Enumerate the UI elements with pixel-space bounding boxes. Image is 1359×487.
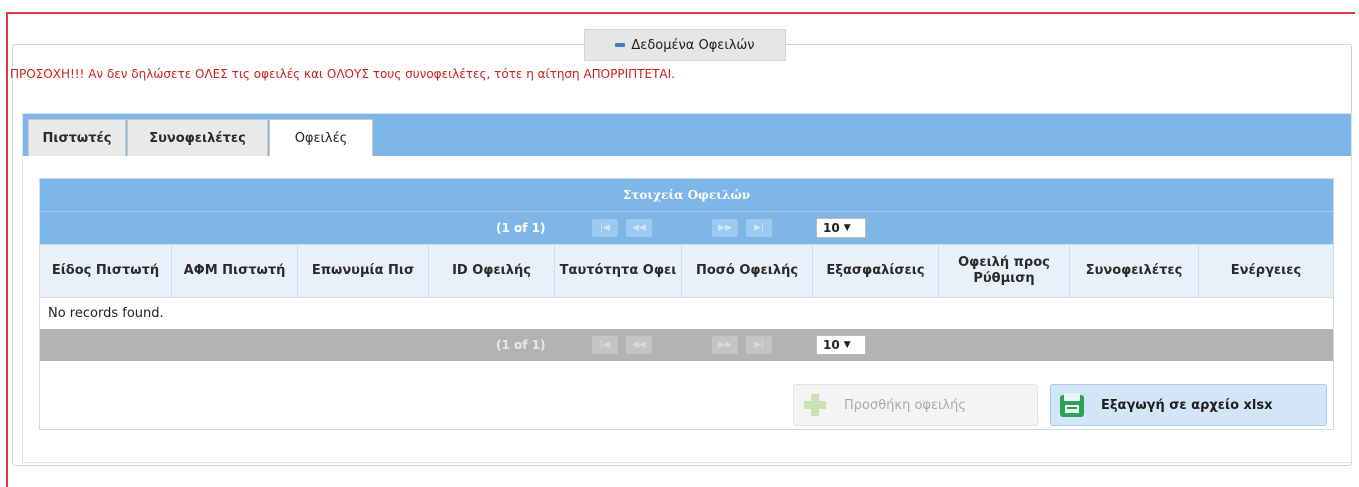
rows-per-page-value: 10 — [823, 221, 840, 235]
section-title: Δεδομένα Οφειλών — [631, 37, 755, 53]
export-xlsx-label: Εξαγωγή σε αρχείο xlsx — [1101, 397, 1273, 413]
empty-message: No records found. — [48, 306, 164, 321]
prev-page-icon[interactable]: ◀◀ — [626, 336, 652, 354]
column-header[interactable]: Είδος Πιστωτή — [40, 245, 172, 297]
chevron-down-icon: ▼ — [843, 223, 851, 233]
tab-debts[interactable]: Οφειλές — [269, 119, 373, 156]
tabs-bar: Πιστωτές Συνοφειλέτες Οφειλές — [23, 114, 1351, 156]
column-header[interactable]: Ενέργειες — [1199, 245, 1333, 297]
add-debt-button[interactable]: Προσθήκη οφειλής — [793, 384, 1038, 426]
warning-message: ΠΡΟΣΟΧΗ!!! Αν δεν δηλώσετε ΟΛΕΣ τις οφει… — [10, 67, 675, 81]
first-page-icon[interactable]: |◀ — [592, 219, 618, 237]
rows-per-page-value: 10 — [823, 338, 840, 352]
first-page-icon[interactable]: |◀ — [592, 336, 618, 354]
export-xlsx-icon — [1057, 390, 1087, 420]
column-header[interactable]: Οφειλή προς Ρύθμιση — [939, 245, 1070, 297]
rows-per-page-select[interactable]: 10 ▼ — [816, 218, 866, 238]
export-xlsx-button[interactable]: Εξαγωγή σε αρχείο xlsx — [1050, 384, 1327, 426]
column-header[interactable]: Συνοφειλέτες — [1070, 245, 1199, 297]
table-header-row: Είδος Πιστωτή ΑΦΜ Πιστωτή Επωνυμία Πισ I… — [40, 244, 1333, 298]
column-header[interactable]: Επωνυμία Πισ — [298, 245, 429, 297]
plus-icon — [800, 390, 830, 420]
next-page-icon[interactable]: ▶▶ — [712, 219, 738, 237]
paginator-top: (1 of 1) |◀ ◀◀ ▶▶ ▶| 10 ▼ — [40, 211, 1333, 244]
table-caption: Στοιχεία Οφειλών — [40, 179, 1333, 211]
rows-per-page-select[interactable]: 10 ▼ — [816, 335, 866, 355]
last-page-icon[interactable]: ▶| — [746, 336, 772, 354]
column-header[interactable]: Ταυτότητα Οφει — [555, 245, 682, 297]
column-header[interactable]: ΑΦΜ Πιστωτή — [172, 245, 298, 297]
page-indicator: (1 of 1) — [496, 338, 546, 352]
chevron-down-icon: ▼ — [843, 340, 851, 350]
column-header[interactable]: Ποσό Οφειλής — [682, 245, 813, 297]
tab-co-debtors[interactable]: Συνοφειλέτες — [127, 119, 268, 156]
section-toggle[interactable]: Δεδομένα Οφειλών — [584, 29, 786, 61]
paginator-bottom: (1 of 1) |◀ ◀◀ ▶▶ ▶| 10 ▼ — [40, 329, 1333, 361]
column-header[interactable]: Εξασφαλίσεις — [813, 245, 939, 297]
last-page-icon[interactable]: ▶| — [746, 219, 772, 237]
collapse-icon — [615, 43, 626, 47]
column-header[interactable]: ID Οφειλής — [429, 245, 555, 297]
add-debt-label: Προσθήκη οφειλής — [844, 397, 966, 413]
page-indicator: (1 of 1) — [496, 221, 546, 235]
prev-page-icon[interactable]: ◀◀ — [626, 219, 652, 237]
next-page-icon[interactable]: ▶▶ — [712, 336, 738, 354]
tab-creditors[interactable]: Πιστωτές — [28, 119, 126, 156]
tabs-panel: Πιστωτές Συνοφειλέτες Οφειλές Στοιχεία Ο… — [22, 113, 1352, 463]
